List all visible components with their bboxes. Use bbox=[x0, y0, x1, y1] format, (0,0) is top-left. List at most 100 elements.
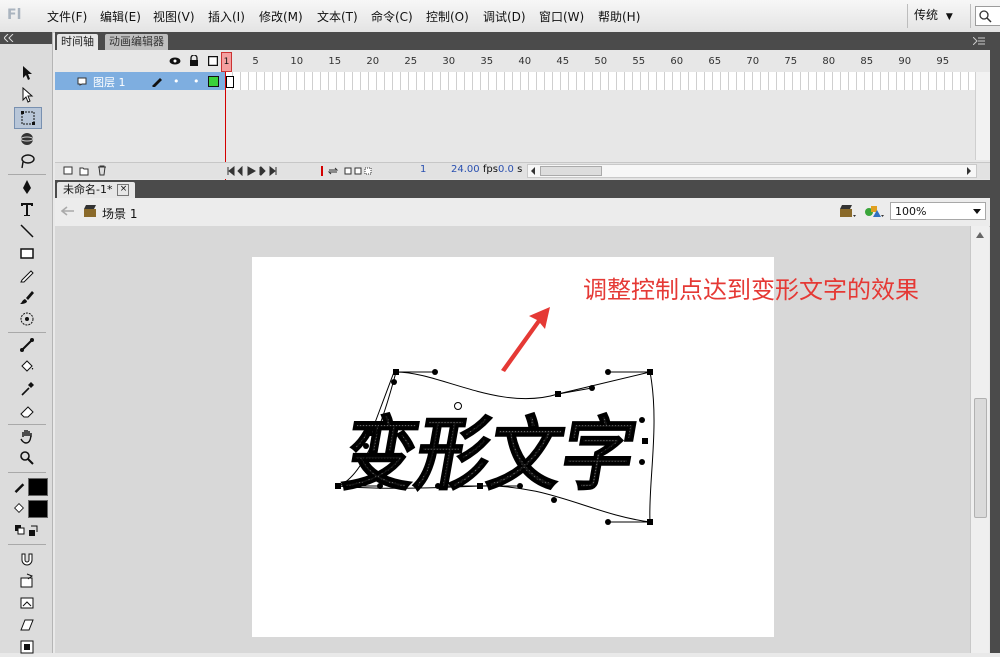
scene-name[interactable]: 场景 1 bbox=[102, 205, 137, 222]
playback-controls-icon[interactable] bbox=[227, 166, 297, 176]
annotation-text: 调整控制点达到变形文字的效果 bbox=[583, 276, 919, 304]
timeline-vertical-scrollbar[interactable] bbox=[975, 72, 990, 160]
text-tool-icon[interactable] bbox=[14, 199, 40, 219]
ruler-label: 20 bbox=[366, 56, 380, 67]
rectangle-tool-icon[interactable] bbox=[14, 243, 40, 263]
eraser-tool-icon[interactable] bbox=[14, 401, 40, 421]
menu-edit[interactable]: 编辑(E) bbox=[100, 8, 141, 25]
menu-modify[interactable]: 修改(M) bbox=[259, 8, 303, 25]
tab-motion-editor[interactable]: 动画编辑器 bbox=[105, 34, 168, 50]
elapsed-time-readout[interactable]: 0.0 s bbox=[498, 164, 522, 175]
deco-tool-icon[interactable] bbox=[14, 309, 40, 329]
layer-row[interactable]: 图层 1 • • bbox=[55, 72, 225, 90]
paint-bucket-tool-icon[interactable] bbox=[14, 357, 40, 377]
smooth-icon[interactable] bbox=[14, 571, 40, 591]
layer-outline-color[interactable] bbox=[208, 76, 219, 87]
tab-document[interactable]: 未命名-1* × bbox=[57, 182, 136, 198]
frame-ruler: 15101520253035404550556065707580859095 bbox=[225, 54, 990, 70]
envelope-text-object[interactable]: 变形文字 bbox=[330, 364, 660, 534]
timeline-panel: 时间轴 动画编辑器 151015202530354045505560657075… bbox=[55, 32, 990, 180]
brush-tool-icon[interactable] bbox=[14, 287, 40, 307]
trash-icon[interactable] bbox=[97, 165, 107, 176]
ruler-label: 70 bbox=[746, 56, 760, 67]
current-frame-readout[interactable]: 1 bbox=[420, 164, 426, 175]
scroll-left-icon[interactable] bbox=[530, 167, 536, 175]
onion-skin-icon[interactable] bbox=[317, 165, 379, 177]
menu-control[interactable]: 控制(O) bbox=[426, 8, 469, 25]
eyedropper-tool-icon[interactable] bbox=[14, 379, 40, 399]
help-search-input[interactable] bbox=[975, 6, 1000, 26]
scroll-right-icon[interactable] bbox=[966, 167, 972, 175]
collapse-icon[interactable] bbox=[3, 33, 14, 43]
pencil-tool-icon[interactable] bbox=[14, 265, 40, 285]
frame-cells[interactable] bbox=[225, 72, 975, 90]
straighten-icon[interactable] bbox=[14, 593, 40, 613]
menu-insert[interactable]: 插入(I) bbox=[208, 8, 245, 25]
toolbar-divider bbox=[8, 174, 46, 175]
pen-tool-icon[interactable] bbox=[14, 177, 40, 197]
3d-rotation-tool-icon[interactable] bbox=[14, 129, 40, 149]
rotate-skew-icon[interactable] bbox=[14, 615, 40, 635]
line-tool-icon[interactable] bbox=[14, 221, 40, 241]
chevron-down-icon bbox=[973, 209, 981, 214]
free-transform-tool-icon[interactable] bbox=[14, 107, 42, 129]
zoom-value: 100% bbox=[895, 205, 927, 218]
ruler-label: 85 bbox=[860, 56, 874, 67]
subselection-tool-icon[interactable] bbox=[14, 85, 40, 105]
panel-menu-icon[interactable] bbox=[973, 37, 985, 45]
frame-rate-readout[interactable]: 24.00 fps bbox=[451, 164, 498, 175]
lasso-tool-icon[interactable] bbox=[14, 151, 40, 171]
menu-debug[interactable]: 调试(D) bbox=[483, 8, 526, 25]
ruler-label: 45 bbox=[556, 56, 570, 67]
workspace-select[interactable]: 传统 ▼ bbox=[914, 6, 962, 24]
menu-commands[interactable]: 命令(C) bbox=[371, 8, 413, 25]
keyframe[interactable] bbox=[226, 76, 234, 88]
ruler-label: 40 bbox=[518, 56, 532, 67]
scrollbar-thumb[interactable] bbox=[974, 398, 987, 518]
tab-timeline[interactable]: 时间轴 bbox=[57, 34, 98, 50]
scrollbar-thumb[interactable] bbox=[540, 166, 602, 176]
snap-to-objects-icon[interactable] bbox=[14, 549, 40, 569]
new-layer-icon[interactable] bbox=[63, 166, 73, 176]
scale-icon[interactable] bbox=[14, 637, 40, 657]
menu-view[interactable]: 视图(V) bbox=[153, 8, 195, 25]
timeline-horizontal-scrollbar[interactable] bbox=[527, 164, 977, 178]
back-arrow-icon[interactable] bbox=[61, 206, 75, 216]
lock-icon[interactable] bbox=[189, 55, 199, 66]
playhead[interactable]: 1 bbox=[221, 52, 232, 72]
eye-icon[interactable] bbox=[169, 56, 181, 66]
toolbar-divider bbox=[8, 332, 46, 333]
stroke-color-swatch[interactable] bbox=[28, 478, 48, 496]
visibility-dot[interactable]: • bbox=[173, 75, 180, 88]
menu-file[interactable]: 文件(F) bbox=[47, 8, 87, 25]
layer-name[interactable]: 图层 1 bbox=[93, 74, 126, 90]
close-icon[interactable]: × bbox=[117, 184, 130, 196]
menu-help[interactable]: 帮助(H) bbox=[598, 8, 640, 25]
bone-tool-icon[interactable] bbox=[14, 335, 40, 355]
zoom-tool-icon[interactable] bbox=[14, 448, 40, 468]
menu-window[interactable]: 窗口(W) bbox=[539, 8, 584, 25]
toolbar-divider bbox=[8, 544, 46, 545]
stage-vertical-scrollbar[interactable] bbox=[970, 226, 989, 653]
edit-scene-icon[interactable] bbox=[838, 203, 858, 219]
menubar-divider bbox=[907, 4, 908, 28]
menu-text[interactable]: 文本(T) bbox=[317, 8, 358, 25]
ruler-label: 95 bbox=[936, 56, 950, 67]
new-folder-icon[interactable] bbox=[79, 166, 89, 176]
swap-colors-icon[interactable] bbox=[14, 523, 42, 537]
fill-color-swatch[interactable] bbox=[28, 500, 48, 518]
selection-tool-icon[interactable] bbox=[14, 63, 40, 83]
lock-dot[interactable]: • bbox=[193, 75, 200, 88]
scene-icon bbox=[84, 205, 96, 217]
toolbar-divider bbox=[8, 424, 46, 425]
registration-point[interactable] bbox=[454, 402, 462, 410]
time-value[interactable]: 0.0 bbox=[498, 164, 514, 175]
hand-tool-icon[interactable] bbox=[14, 426, 40, 446]
timeline-tab-bar: 时间轴 动画编辑器 bbox=[55, 32, 990, 50]
outline-icon[interactable] bbox=[208, 56, 218, 66]
scroll-up-icon[interactable] bbox=[976, 232, 984, 238]
fps-value[interactable]: 24.00 bbox=[451, 164, 480, 175]
zoom-select[interactable]: 100% bbox=[890, 202, 986, 220]
edit-symbols-icon[interactable] bbox=[863, 203, 885, 219]
ruler-label: 90 bbox=[898, 56, 912, 67]
